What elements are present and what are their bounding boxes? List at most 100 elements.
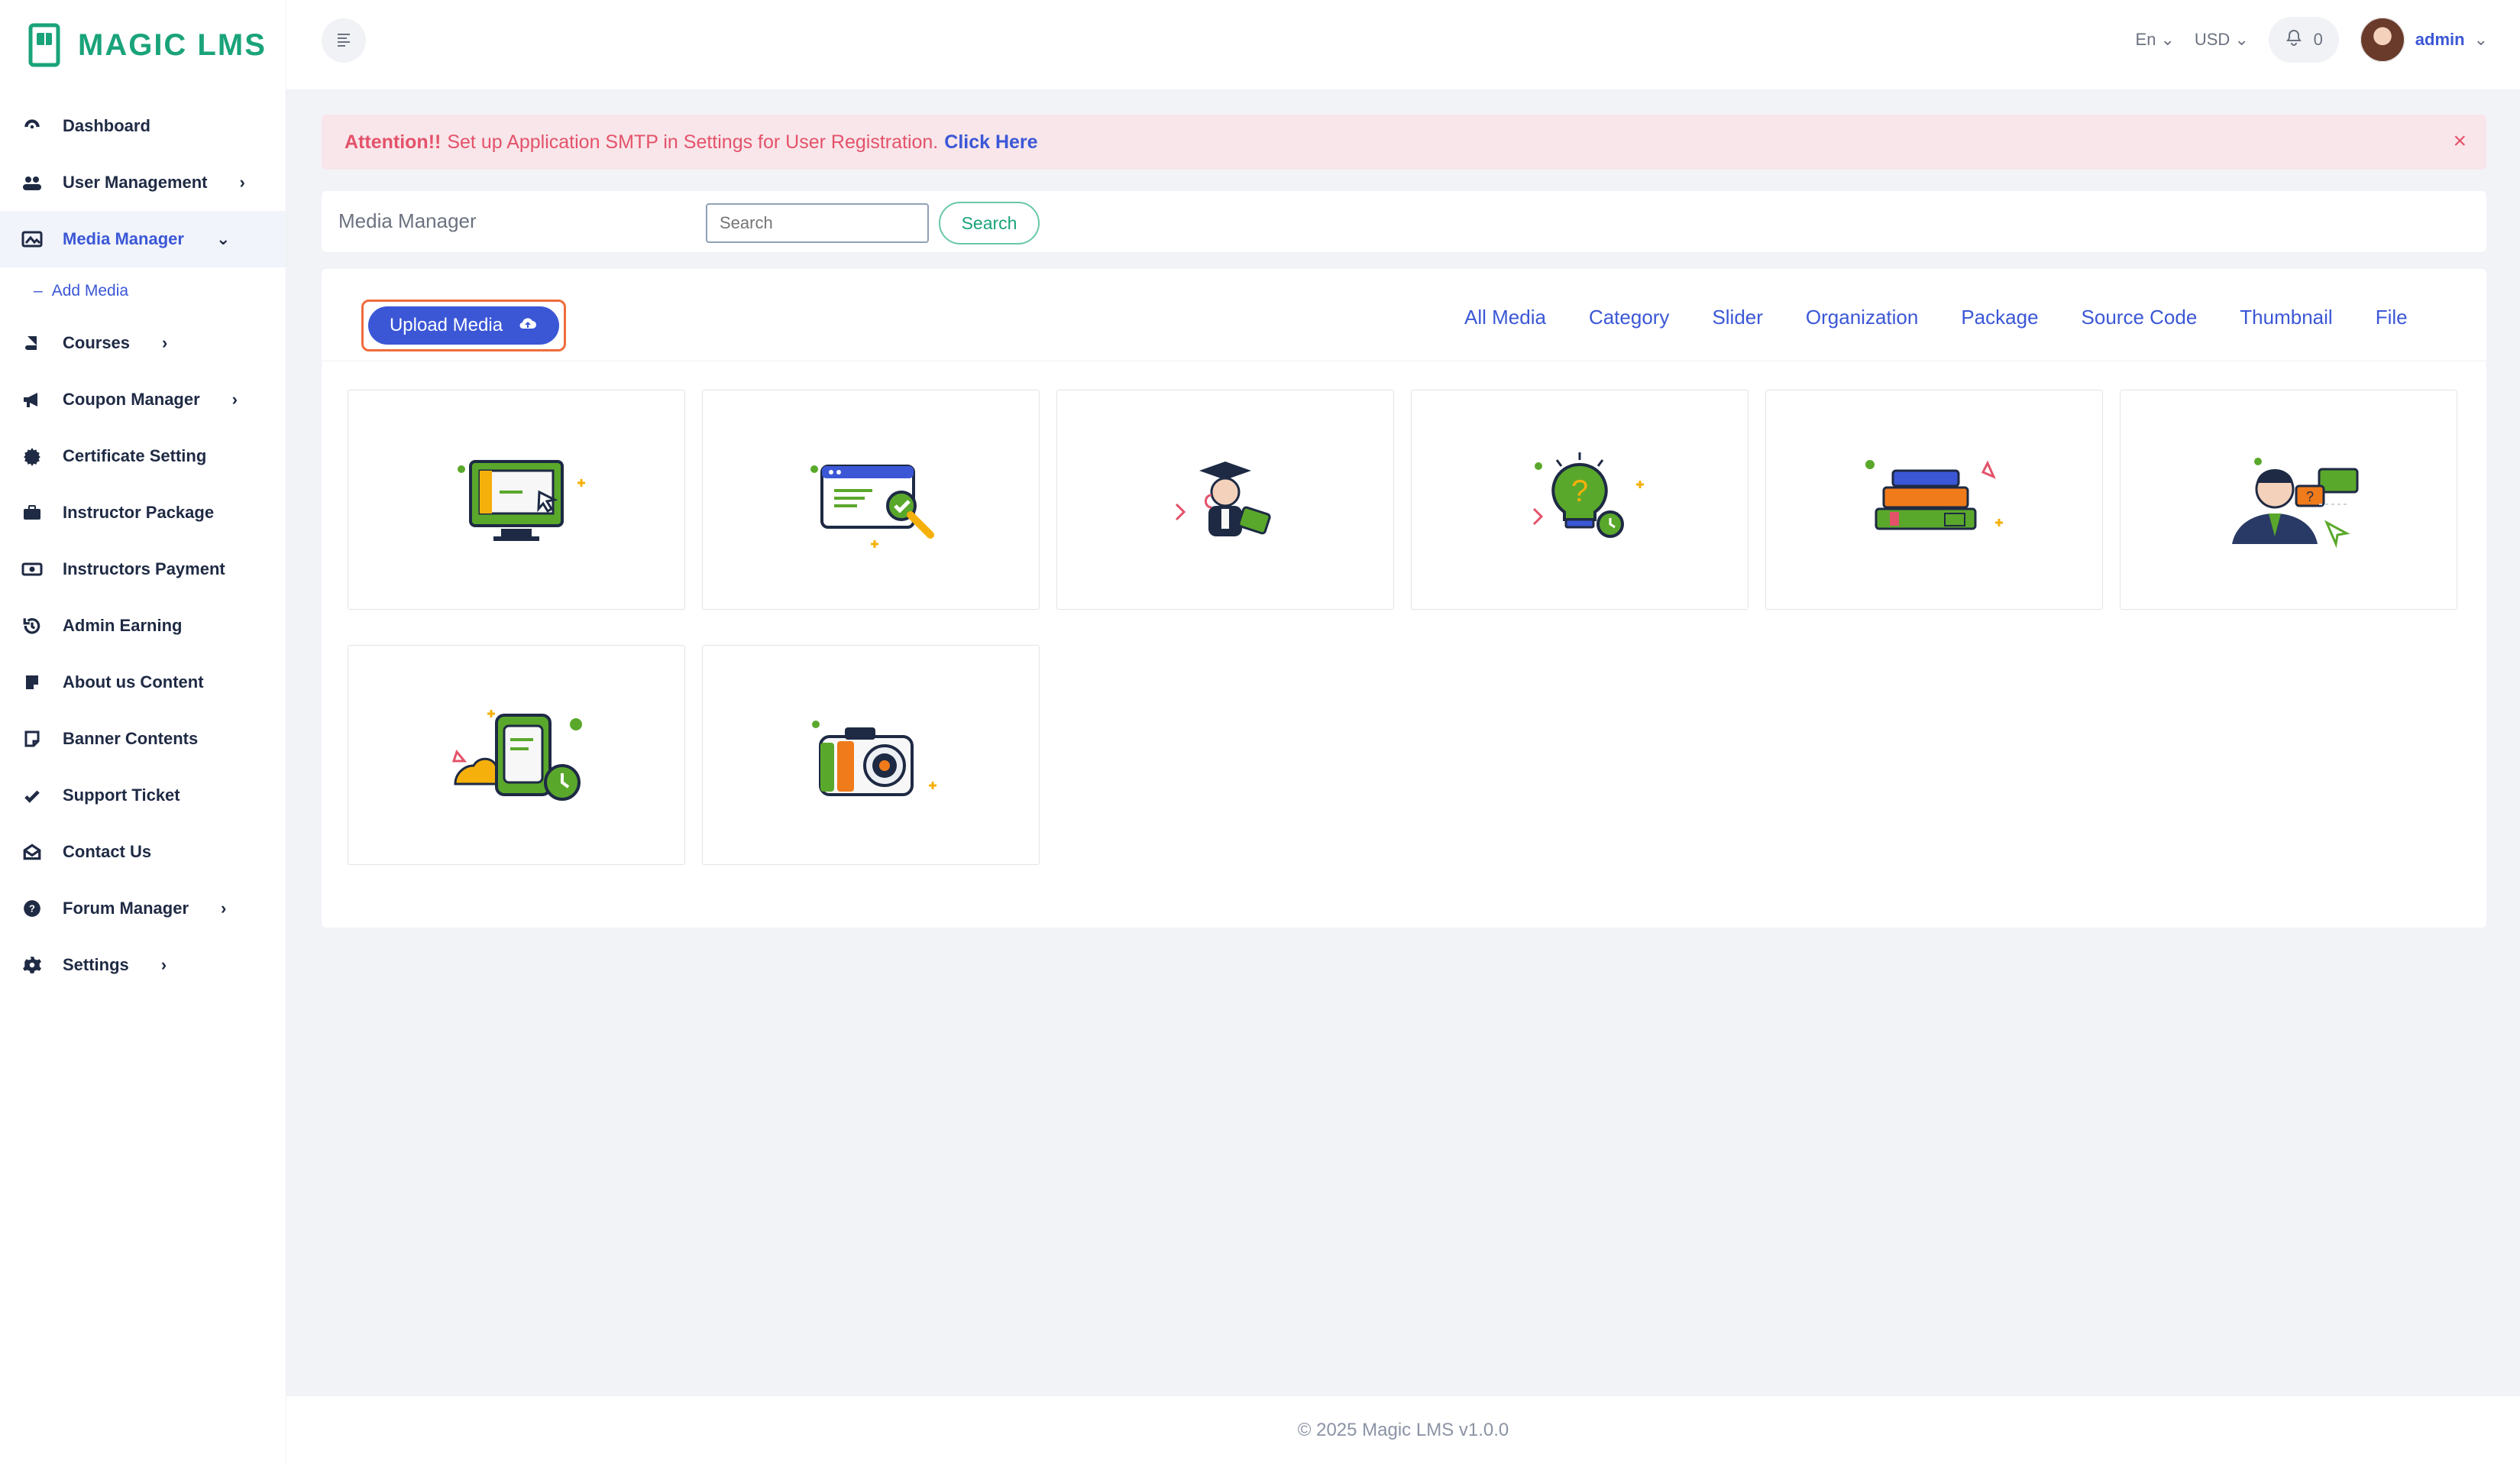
search-button[interactable]: Search [939, 202, 1040, 245]
sidebar-item-coupon-manager[interactable]: Coupon Manager › [0, 371, 286, 428]
chevron-down-icon: ⌄ [2234, 30, 2249, 49]
chevron-right-icon: › [160, 955, 167, 974]
media-card: Upload Media All Media Category Slider O… [322, 269, 2486, 928]
bell-icon [2285, 28, 2303, 51]
app-root: MAGIC LMS Dashboard User Management › Me… [0, 0, 2520, 1464]
avatar [2358, 16, 2406, 63]
question-circle-icon: ? [21, 898, 43, 919]
alert-link[interactable]: Click Here [944, 131, 1037, 154]
page-title: Media Manager [338, 209, 477, 232]
brand-name: MAGIC LMS [78, 28, 267, 62]
sidebar-item-instructors-payment[interactable]: Instructors Payment [0, 541, 286, 598]
dashboard-icon [21, 115, 43, 137]
sidebar-item-instructor-package[interactable]: Instructor Package [0, 484, 286, 541]
sidebar-item-media-manager[interactable]: Media Manager ⌄ [0, 211, 286, 267]
megaphone-icon [21, 389, 43, 410]
sidebar-item-label: Contact Us [63, 842, 152, 861]
smtp-alert: Attention!! Set up Application SMTP in S… [322, 115, 2486, 170]
tab-thumbnail[interactable]: Thumbnail [2240, 306, 2332, 336]
media-item[interactable]: ? [2120, 390, 2457, 610]
menu-icon [335, 30, 353, 52]
sidebar-subitem-label: Add Media [51, 282, 129, 300]
language-label: En [2135, 30, 2156, 49]
tab-source-code[interactable]: Source Code [2082, 306, 2198, 336]
search-input[interactable] [706, 203, 929, 243]
tab-organization[interactable]: Organization [1806, 306, 1918, 336]
subitem-dash-icon: – [34, 282, 43, 300]
media-search-bar: Media Manager Search [322, 191, 2486, 252]
sidebar-item-forum-manager[interactable]: ? Forum Manager › [0, 880, 286, 937]
tab-file[interactable]: File [2376, 306, 2408, 336]
chevron-right-icon: › [239, 173, 245, 192]
sidebar-item-contact-us[interactable]: Contact Us [0, 824, 286, 880]
cloud-upload-icon [518, 315, 538, 337]
media-item[interactable] [702, 645, 1040, 865]
sidebar-nav: Dashboard User Management › Media Manage… [0, 90, 286, 993]
media-item[interactable]: ? [1411, 390, 1748, 610]
notifications-button[interactable]: 0 [2268, 17, 2339, 63]
ticket-icon [21, 785, 43, 806]
media-item[interactable] [1056, 390, 1394, 610]
chevron-down-icon: ⌄ [2473, 30, 2488, 49]
sidebar-item-label: User Management [63, 173, 208, 192]
media-item[interactable] [348, 645, 685, 865]
books-illustration [1865, 460, 2003, 530]
sidebar-item-certificate-setting[interactable]: Certificate Setting [0, 428, 286, 484]
topbar-actions: En ⌄ USD ⌄ 0 admin ⌄ [2136, 15, 2488, 64]
note-icon [21, 672, 43, 693]
chevron-right-icon: › [221, 899, 227, 918]
tablet-clock-illustration [451, 710, 582, 801]
sidebar-item-label: Admin Earning [63, 616, 183, 635]
sidebar-item-label: About us Content [63, 672, 204, 692]
tab-package[interactable]: Package [1961, 306, 2038, 336]
sidebar-item-user-management[interactable]: User Management › [0, 154, 286, 211]
chevron-right-icon: › [231, 390, 238, 409]
svg-text:?: ? [1571, 475, 1588, 508]
media-tabs: All Media Category Slider Organization P… [1464, 306, 2408, 336]
book-icon [21, 332, 43, 354]
sidebar-item-about-us-content[interactable]: About us Content [0, 654, 286, 711]
close-icon[interactable]: × [2453, 128, 2467, 154]
sidebar-item-label: Settings [63, 955, 129, 974]
sidebar-item-dashboard[interactable]: Dashboard [0, 98, 286, 154]
tab-slider[interactable]: Slider [1712, 306, 1762, 336]
currency-label: USD [2194, 30, 2230, 49]
image-icon [21, 228, 43, 250]
instructor-chat-illustration: ? [2232, 458, 2359, 549]
notifications-count: 0 [2313, 30, 2323, 49]
graduate-illustration [1175, 462, 1271, 536]
sidebar-item-courses[interactable]: Courses › [0, 315, 286, 371]
sidebar: MAGIC LMS Dashboard User Management › Me… [0, 0, 286, 1464]
tab-category[interactable]: Category [1589, 306, 1670, 336]
currency-dropdown[interactable]: USD ⌄ [2195, 30, 2249, 50]
sidebar-item-label: Certificate Setting [63, 446, 207, 465]
sticky-note-icon [21, 728, 43, 750]
media-item[interactable] [702, 390, 1040, 610]
footer: © 2025 Magic LMS v1.0.0 [286, 1395, 2520, 1464]
media-item[interactable] [348, 390, 685, 610]
brand[interactable]: MAGIC LMS [0, 0, 286, 90]
sidebar-item-banner-contents[interactable]: Banner Contents [0, 711, 286, 767]
sidebar-item-label: Forum Manager [63, 899, 189, 918]
language-dropdown[interactable]: En ⌄ [2136, 30, 2175, 50]
sidebar-item-admin-earning[interactable]: Admin Earning [0, 598, 286, 654]
envelope-open-icon [21, 841, 43, 863]
sidebar-item-label: Instructors Payment [63, 559, 225, 578]
media-item[interactable] [1765, 390, 2103, 610]
sidebar-item-label: Courses [63, 333, 131, 352]
upload-media-button[interactable]: Upload Media [368, 306, 559, 345]
menu-toggle-button[interactable] [322, 18, 366, 63]
user-menu[interactable]: admin ⌄ [2358, 16, 2488, 63]
sidebar-item-label: Instructor Package [63, 503, 215, 522]
sidebar-item-support-ticket[interactable]: Support Ticket [0, 767, 286, 824]
sidebar-subitem-add-media[interactable]: – Add Media [0, 267, 286, 315]
sidebar-item-settings[interactable]: Settings › [0, 937, 286, 993]
main-content: Attention!! Set up Application SMTP in S… [286, 90, 2520, 1395]
money-icon [21, 559, 43, 580]
alert-message: Set up Application SMTP in Settings for … [447, 131, 939, 153]
briefcase-icon [21, 502, 43, 523]
svg-text:?: ? [2306, 489, 2314, 504]
sidebar-item-label: Media Manager [63, 229, 184, 248]
username: admin [2415, 30, 2465, 49]
tab-all-media[interactable]: All Media [1464, 306, 1546, 336]
